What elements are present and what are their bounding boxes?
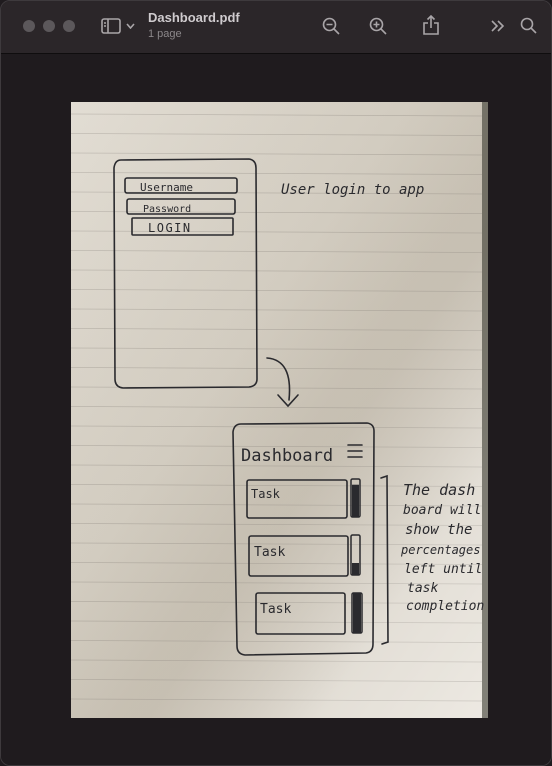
sketch-drawing: Username Password LOGIN User login to ap… bbox=[71, 102, 488, 718]
document-page-count: 1 page bbox=[148, 28, 182, 40]
zoom-in-icon[interactable] bbox=[368, 16, 388, 36]
close-window-button[interactable] bbox=[23, 20, 35, 32]
double-chevron-icon[interactable] bbox=[490, 18, 506, 34]
sidebar-icon[interactable] bbox=[101, 17, 121, 35]
progress-bar-fill bbox=[353, 593, 361, 633]
dashboard-note-line: left until bbox=[404, 562, 482, 577]
task-label: Task bbox=[251, 487, 281, 501]
task-label: Task bbox=[254, 545, 285, 560]
login-note: User login to app bbox=[281, 182, 424, 198]
share-icon[interactable] bbox=[422, 14, 440, 36]
paper-shading bbox=[71, 102, 488, 718]
document-viewport[interactable]: Username Password LOGIN User login to ap… bbox=[1, 54, 551, 765]
dashboard-note-line: The dash bbox=[403, 481, 475, 499]
preview-window: Dashboard.pdf 1 page Username Password L… bbox=[0, 0, 552, 766]
dashboard-note-line: show the bbox=[405, 522, 472, 538]
dashboard-note-line: task bbox=[407, 581, 438, 596]
title-bar: Dashboard.pdf 1 page bbox=[1, 1, 551, 54]
chevron-down-icon[interactable] bbox=[125, 21, 135, 31]
notebook-edge bbox=[482, 102, 488, 718]
dashboard-note-line: completion bbox=[406, 599, 484, 614]
login-label: LOGIN bbox=[148, 221, 192, 235]
username-label: Username bbox=[140, 181, 193, 194]
dashboard-note-line: percentages bbox=[400, 543, 480, 557]
pdf-page: Username Password LOGIN User login to ap… bbox=[71, 102, 488, 718]
progress-bar-fill bbox=[352, 563, 359, 575]
zoom-window-button[interactable] bbox=[63, 20, 75, 32]
zoom-out-icon[interactable] bbox=[321, 16, 341, 36]
task-label: Task bbox=[260, 602, 291, 617]
dashboard-note-line: board will bbox=[403, 503, 481, 518]
password-label: Password bbox=[143, 204, 191, 215]
document-title: Dashboard.pdf bbox=[148, 10, 240, 25]
search-icon[interactable] bbox=[519, 16, 537, 34]
dashboard-title: Dashboard bbox=[241, 446, 333, 466]
minimize-window-button[interactable] bbox=[43, 20, 55, 32]
progress-bar-fill bbox=[352, 484, 359, 517]
